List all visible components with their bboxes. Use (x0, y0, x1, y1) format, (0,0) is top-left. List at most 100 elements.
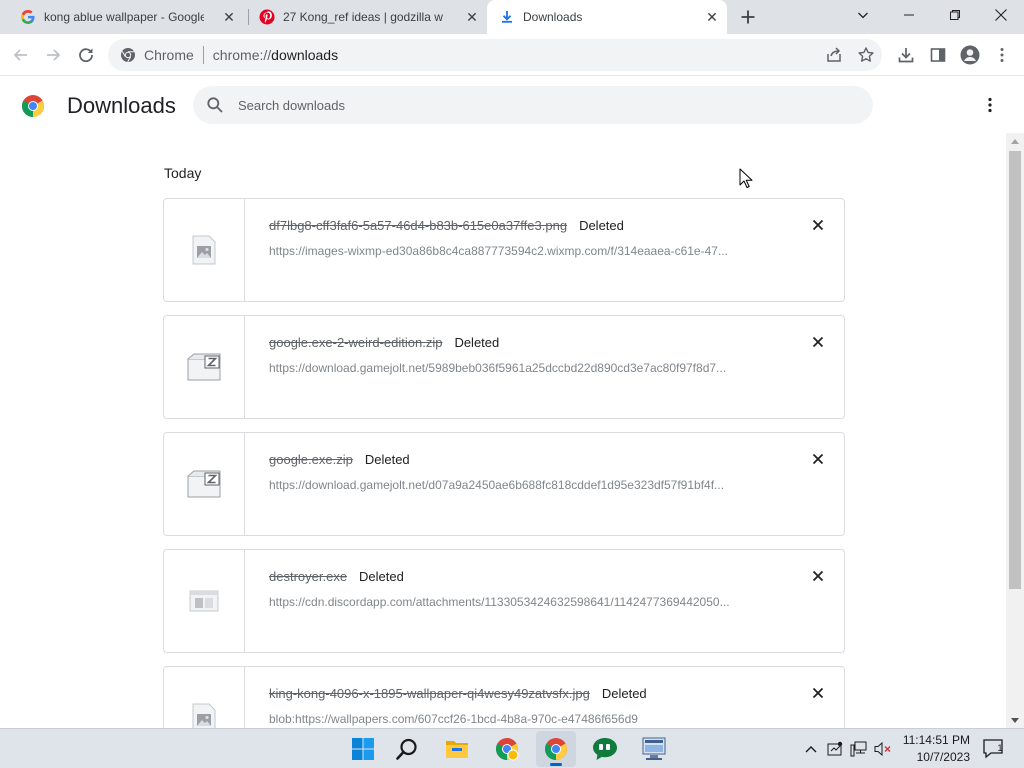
restore-button[interactable] (932, 0, 978, 30)
taskbar-clock[interactable]: 11:14:51 PM 10/7/2023 (896, 732, 970, 766)
taskbar-file-explorer[interactable] (437, 731, 477, 767)
filename-text: king-kong-4096-x-1895-wallpaper-qi4wesy4… (269, 686, 590, 701)
search-box[interactable] (193, 86, 873, 124)
url-scheme: chrome:// (212, 47, 272, 63)
reload-button[interactable] (73, 42, 99, 68)
chrome-menu-button[interactable] (989, 42, 1015, 68)
scroll-down-arrow-icon[interactable] (1011, 718, 1019, 723)
taskbar-chrome-profile[interactable] (487, 731, 527, 767)
search-input[interactable] (238, 86, 838, 124)
scrollbar-thumb[interactable] (1009, 151, 1021, 589)
close-icon[interactable]: ✕ (465, 10, 479, 24)
tab-title: Downloads (523, 10, 583, 24)
address-bar[interactable]: Chrome chrome://downloads (108, 39, 882, 71)
tab-search-button[interactable] (840, 0, 886, 30)
tray-app-icon[interactable] (825, 739, 845, 759)
remove-button[interactable] (808, 683, 828, 703)
search-icon (207, 97, 223, 113)
forward-arrow-icon (47, 49, 61, 61)
file-icon-column (164, 433, 245, 535)
bookmark-button[interactable] (853, 42, 879, 68)
more-vertical-icon (988, 97, 992, 113)
screen-capture-icon (827, 741, 843, 756)
forward-button[interactable] (40, 42, 66, 68)
close-icon (812, 219, 824, 231)
download-url[interactable]: https://download.gamejolt.net/5989beb036… (269, 361, 769, 375)
download-url[interactable]: blob:https://wallpapers.com/607ccf26-1bc… (269, 712, 769, 726)
download-filename[interactable]: king-kong-4096-x-1895-wallpaper-qi4wesy4… (269, 686, 647, 701)
chip-label: Chrome (144, 47, 194, 63)
taskbar-chrome[interactable] (536, 731, 576, 767)
taskbar-search-button[interactable] (387, 731, 427, 767)
download-url[interactable]: https://images-wixmp-ed30a86b8c4ca887773… (269, 244, 769, 258)
download-icon (502, 11, 512, 23)
pinterest-icon (259, 9, 275, 25)
download-filename[interactable]: google.exe-2-weird-edition.zip Deleted (269, 335, 499, 350)
remove-button[interactable] (808, 449, 828, 469)
download-status: Deleted (579, 218, 624, 233)
remove-button[interactable] (808, 566, 828, 586)
download-filename[interactable]: google.exe.zip Deleted (269, 452, 410, 467)
taskbar-chat-app[interactable] (585, 731, 625, 767)
downloads-header: Downloads (0, 77, 1024, 133)
profile-button[interactable] (957, 42, 983, 68)
new-tab-button[interactable] (736, 5, 760, 29)
tab-google-search[interactable]: kong ablue wallpaper - Google S ✕ (8, 0, 244, 34)
tab-downloads[interactable]: Downloads ✕ (487, 0, 727, 34)
remove-button[interactable] (808, 332, 828, 352)
download-filename[interactable]: df7lbg8-cff3faf6-5a57-46d4-b83b-615e0a37… (269, 218, 624, 233)
start-button[interactable] (343, 731, 383, 767)
chrome-logo-icon (496, 738, 519, 761)
back-button[interactable] (8, 42, 34, 68)
search-icon (396, 738, 417, 760)
scroll-up-arrow-icon[interactable] (1011, 139, 1019, 144)
remove-button[interactable] (808, 215, 828, 235)
close-icon[interactable]: ✕ (222, 10, 236, 24)
vertical-scrollbar[interactable] (1006, 133, 1024, 728)
zip-file-icon (187, 470, 221, 498)
tray-overflow-button[interactable] (801, 739, 821, 759)
image-file-icon (192, 235, 216, 265)
url-text: chrome://downloads (213, 47, 338, 63)
taskbar-remote-desktop[interactable] (634, 731, 674, 767)
star-icon (858, 47, 874, 62)
file-icon-column (164, 316, 245, 418)
close-icon (812, 336, 824, 348)
chrome-logo-icon (22, 95, 44, 117)
omnibox-divider (202, 46, 204, 64)
filename-text: google.exe.zip (269, 452, 353, 467)
tab-pinterest[interactable]: 27 Kong_ref ideas | godzilla wall ✕ (251, 0, 487, 34)
restore-icon (950, 10, 960, 20)
minimize-button[interactable] (886, 0, 932, 30)
close-icon[interactable]: ✕ (705, 10, 719, 24)
tray-volume[interactable] (873, 739, 893, 759)
tray-network[interactable] (849, 739, 869, 759)
downloads-button[interactable] (893, 42, 919, 68)
windows-taskbar: 11:14:51 PM 10/7/2023 1 (0, 728, 1024, 768)
share-button[interactable] (821, 42, 847, 68)
network-icon (850, 741, 867, 757)
filename-text: google.exe-2-weird-edition.zip (269, 335, 443, 350)
file-icon-column (164, 199, 245, 301)
download-icon (898, 48, 914, 63)
close-icon (812, 453, 824, 465)
downloads-list: Today df7lbg8-cff3faf6-5a57-46d4-b83b-61… (0, 133, 1006, 728)
tab-title: kong ablue wallpaper - Google S (44, 10, 204, 24)
minimize-icon (904, 14, 914, 16)
side-panel-button[interactable] (925, 42, 951, 68)
folder-icon (446, 741, 468, 758)
download-url[interactable]: https://cdn.discordapp.com/attachments/1… (269, 595, 769, 609)
download-url[interactable]: https://download.gamejolt.net/d07a9a2450… (269, 478, 769, 492)
google-g-icon (21, 10, 35, 24)
close-window-button[interactable] (978, 0, 1024, 30)
downloads-menu-button[interactable] (978, 93, 1002, 117)
notification-center-button[interactable]: 1 (982, 738, 1004, 765)
download-filename[interactable]: destroyer.exe Deleted (269, 569, 404, 584)
chrome-chip[interactable]: Chrome (120, 47, 194, 63)
image-file-icon (192, 703, 216, 728)
filename-text: destroyer.exe (269, 569, 348, 584)
volume-muted-icon (874, 741, 891, 757)
chrome-logo-icon (121, 48, 135, 63)
download-item: king-kong-4096-x-1895-wallpaper-qi4wesy4… (163, 666, 845, 728)
mouse-cursor-icon (739, 168, 753, 188)
